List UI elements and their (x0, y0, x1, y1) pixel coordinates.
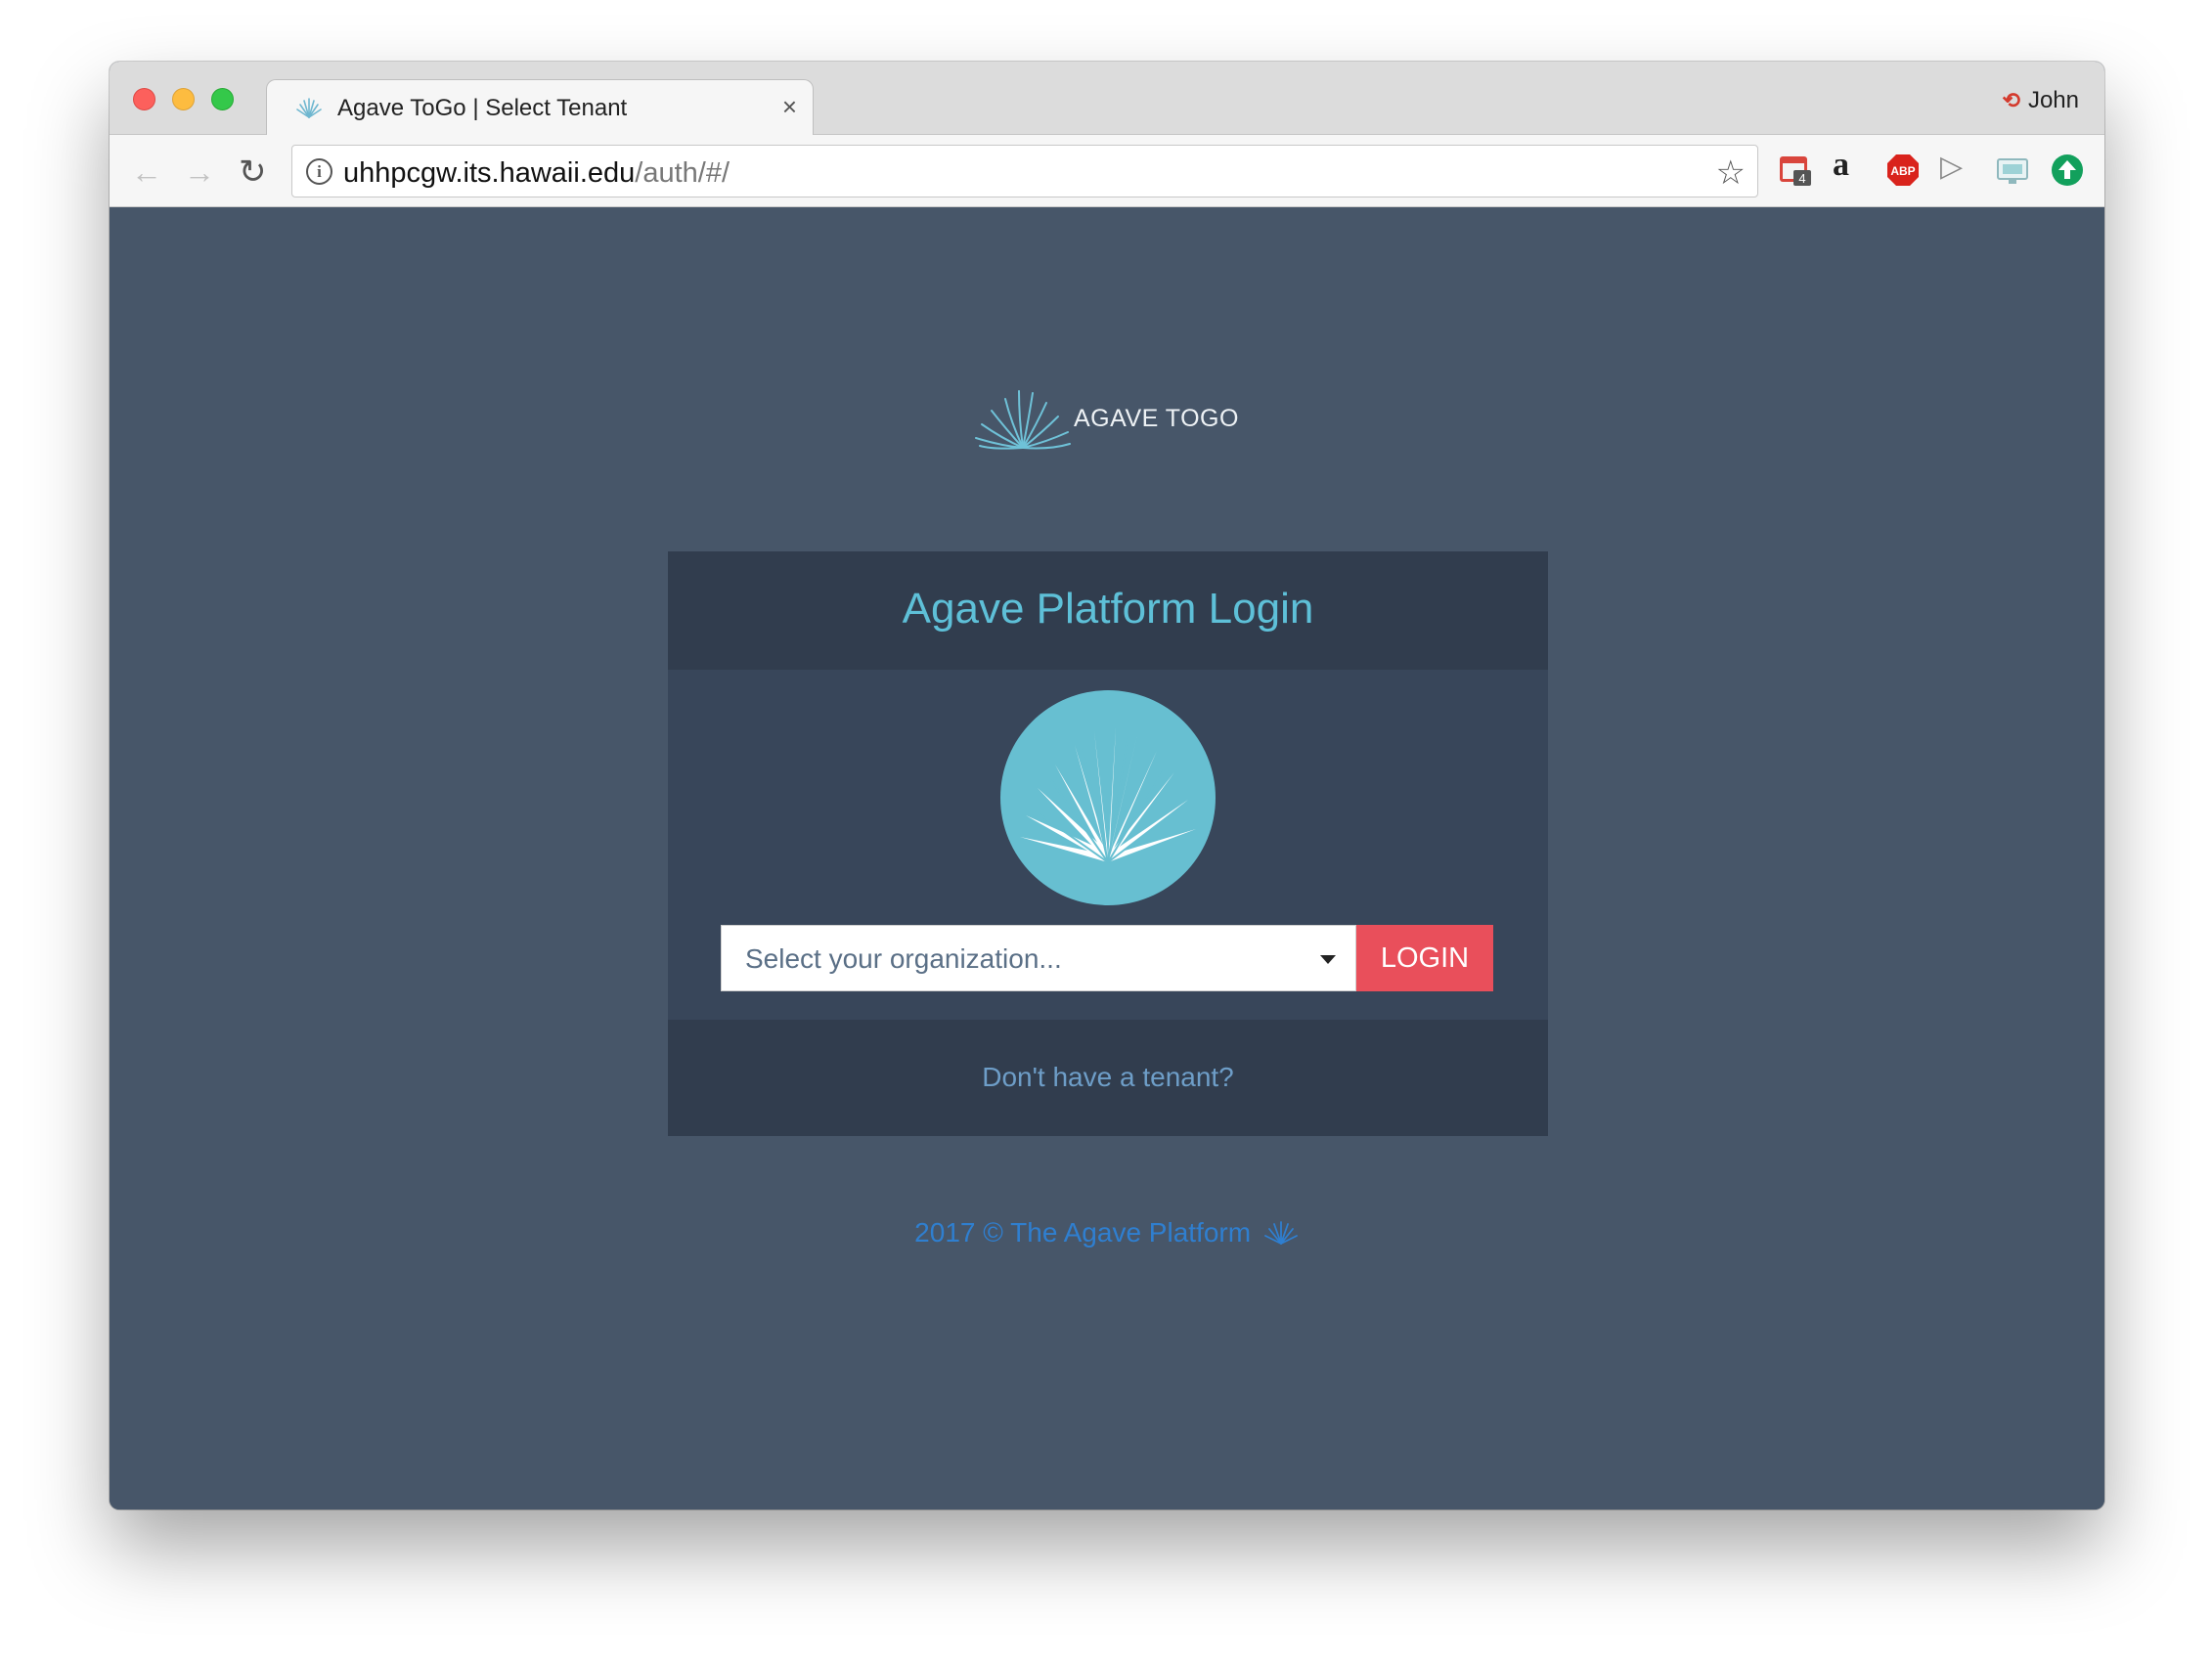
calendar-badge: 4 (1798, 171, 1805, 186)
url-path: /auth/#/ (635, 157, 730, 189)
agave-logo-circle (1000, 690, 1216, 905)
close-window-button[interactable] (133, 88, 155, 110)
agave-footer-icon (1263, 1221, 1298, 1245)
browser-window: Agave ToGo | Select Tenant × ⟲ John ← → ↻… (110, 62, 2104, 1510)
login-button[interactable]: LOGIN (1356, 925, 1493, 991)
address-bar[interactable]: i uhhpcgw.its.hawaii.edu/auth/#/ ☆ (291, 145, 1758, 197)
maximize-window-button[interactable] (211, 88, 234, 110)
tab-close-icon[interactable]: × (782, 92, 797, 121)
tab-bar: Agave ToGo | Select Tenant × ⟲ John (110, 62, 2104, 136)
card-title: Agave Platform Login (902, 585, 1314, 633)
url-text[interactable]: uhhpcgw.its.hawaii.edu/auth/#/ (343, 157, 730, 190)
organization-select[interactable]: Select your organization... (721, 925, 1356, 991)
reload-icon[interactable]: ↻ (239, 155, 267, 189)
page-footer: 2017 © The Agave Platform (110, 1217, 2104, 1248)
monitor-extension-icon[interactable] (1995, 153, 2030, 188)
profile-button[interactable]: ⟲ John (2003, 87, 2079, 114)
page-content: AGAVE TOGO Agave Platform Login Select y… (110, 207, 2104, 1510)
no-tenant-link[interactable]: Don't have a tenant? (668, 1062, 1548, 1093)
forward-arrow-icon[interactable]: → (184, 156, 215, 188)
url-host: uhhpcgw.its.hawaii.edu (343, 157, 636, 189)
card-header: Agave Platform Login (668, 551, 1548, 670)
agave-togo-brand: AGAVE TOGO (972, 385, 1265, 454)
card-footer: Don't have a tenant? (668, 1020, 1548, 1136)
site-info-icon[interactable]: i (306, 158, 332, 185)
upload-extension-icon[interactable] (2050, 153, 2085, 188)
abp-label: ABP (1890, 164, 1915, 178)
tab-agave-togo[interactable]: Agave ToGo | Select Tenant × (266, 79, 814, 136)
profile-name: John (2027, 87, 2079, 113)
tab-title: Agave ToGo | Select Tenant (337, 95, 628, 121)
footer-text: 2017 © The Agave Platform (914, 1217, 1252, 1248)
adblock-plus-icon[interactable]: ABP (1885, 153, 1921, 188)
caret-down-icon (1320, 955, 1336, 964)
agave-logo-icon (975, 390, 1071, 450)
browser-toolbar: ← → ↻ i uhhpcgw.its.hawaii.edu/auth/#/ ☆… (110, 135, 2104, 207)
organization-select-placeholder: Select your organization... (745, 943, 1062, 974)
agave-leaves-icon (1020, 727, 1196, 863)
play-extension-icon[interactable]: ▷ (1940, 150, 1975, 185)
agave-favicon-icon (296, 98, 322, 118)
amazon-extension-icon[interactable]: a (1833, 147, 1868, 183)
bookmark-star-icon[interactable]: ☆ (1716, 153, 1746, 193)
minimize-window-button[interactable] (172, 88, 195, 110)
sync-error-icon: ⟲ (2002, 88, 2020, 112)
back-arrow-icon[interactable]: ← (131, 156, 162, 188)
login-card: Agave Platform Login Select your organiz… (668, 551, 1548, 1136)
brand-text: AGAVE TOGO (1074, 405, 1239, 432)
calendar-extension-icon[interactable]: 4 (1778, 153, 1813, 188)
